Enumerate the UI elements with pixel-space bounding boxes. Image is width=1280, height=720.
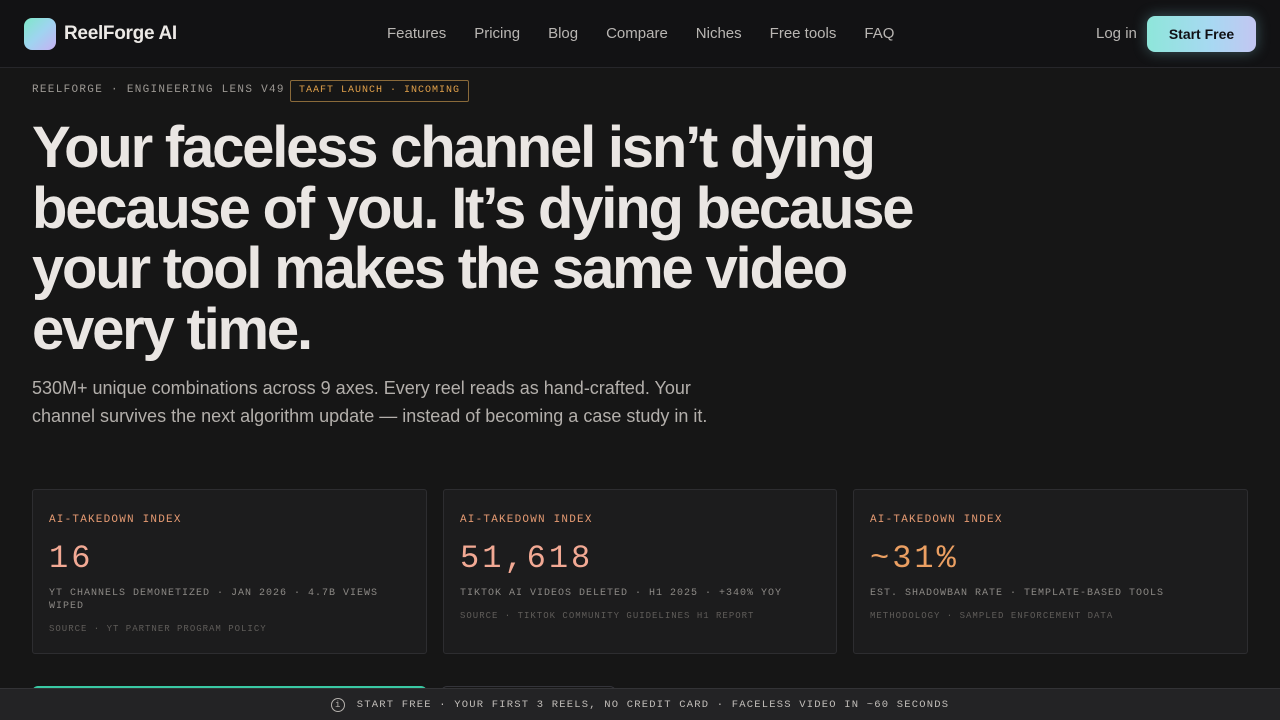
stat-card: AI-TAKEDOWN INDEX ~31% EST. SHADOWBAN RA… xyxy=(853,489,1248,654)
stat-source: SOURCE · TIKTOK COMMUNITY GUIDELINES H1 … xyxy=(460,611,755,621)
start-free-button[interactable]: Start Free xyxy=(1147,16,1256,52)
stat-label: AI-TAKEDOWN INDEX xyxy=(870,514,1003,526)
banner-text: START FREE · YOUR FIRST 3 REELS, NO CRED… xyxy=(356,698,950,711)
stat-description: TIKTOK AI VIDEOS DELETED · H1 2025 · +34… xyxy=(460,588,783,599)
eyebrow-text: REELFORGE · ENGINEERING LENS V49 xyxy=(32,84,285,96)
stat-source: METHODOLOGY · SAMPLED ENFORCEMENT DATA xyxy=(870,611,1114,621)
stat-description: EST. SHADOWBAN RATE · TEMPLATE-BASED TOO… xyxy=(870,588,1165,599)
nav-item-pricing[interactable]: Pricing xyxy=(474,24,520,44)
brand[interactable]: ReelForge AI xyxy=(24,18,177,50)
stat-value: 16 xyxy=(49,540,94,577)
login-link[interactable]: Log in xyxy=(1096,24,1137,44)
brand-name: ReelForge AI xyxy=(64,23,177,44)
stat-label: AI-TAKEDOWN INDEX xyxy=(460,514,593,526)
hero-headline: Your faceless channel isn’t dying becaus… xyxy=(32,115,915,362)
site-header: ReelForge AI Features Pricing Blog Compa… xyxy=(0,0,1280,68)
stat-value: ~31% xyxy=(870,540,959,577)
nav-item-compare[interactable]: Compare xyxy=(606,24,668,44)
stat-source: SOURCE · YT PARTNER PROGRAM POLICY xyxy=(49,624,267,634)
stat-card: AI-TAKEDOWN INDEX 16 YT CHANNELS DEMONET… xyxy=(32,489,427,654)
nav-item-niches[interactable]: Niches xyxy=(696,24,742,44)
promo-banner[interactable]: i START FREE · YOUR FIRST 3 REELS, NO CR… xyxy=(0,688,1280,720)
stat-label: AI-TAKEDOWN INDEX xyxy=(49,514,182,526)
launch-tag: TAAFT LAUNCH · INCOMING xyxy=(290,80,470,102)
nav-item-blog[interactable]: Blog xyxy=(548,24,578,44)
nav-item-free-tools[interactable]: Free tools xyxy=(770,24,837,44)
stat-card: AI-TAKEDOWN INDEX 51,618 TIKTOK AI VIDEO… xyxy=(443,489,837,654)
stat-description: YT CHANNELS DEMONETIZED · JAN 2026 · 4.7… xyxy=(49,588,379,612)
nav-item-features[interactable]: Features xyxy=(387,24,446,44)
info-icon: i xyxy=(330,697,345,712)
nav-item-faq[interactable]: FAQ xyxy=(864,24,894,44)
hero-subtext: 530M+ unique combinations across 9 axes.… xyxy=(32,378,708,426)
logo-icon xyxy=(24,18,56,50)
main-nav: Features Pricing Blog Compare Niches Fre… xyxy=(387,24,922,44)
stat-value: 51,618 xyxy=(460,540,594,577)
